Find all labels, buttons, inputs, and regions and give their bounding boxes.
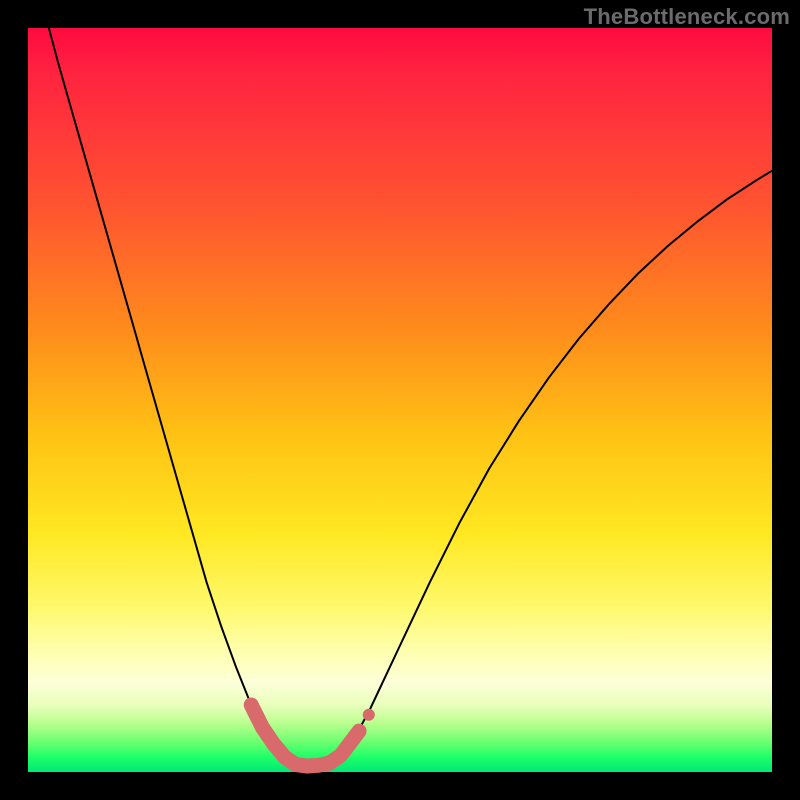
watermark-text: TheBottleneck.com bbox=[584, 4, 790, 30]
plot-area bbox=[28, 28, 772, 772]
bottleneck-curve bbox=[28, 28, 772, 772]
chart-frame: TheBottleneck.com bbox=[0, 0, 800, 800]
